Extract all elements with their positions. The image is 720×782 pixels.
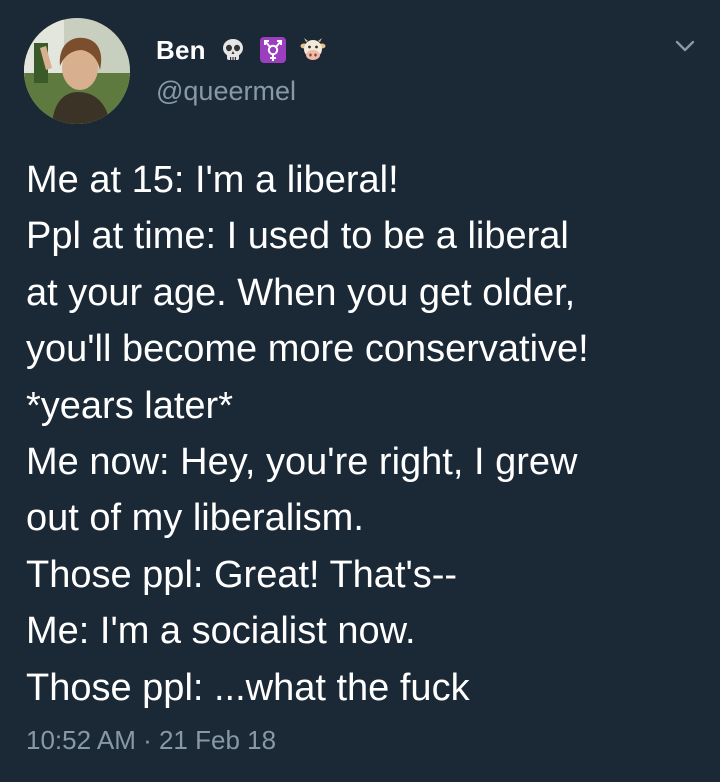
tweet-text-line: out of my liberalism. (26, 497, 364, 540)
user-name-row: Ben (156, 34, 326, 66)
tweet-timestamp[interactable]: 10:52 AM · 21 Feb 18 (26, 725, 276, 756)
avatar[interactable] (24, 18, 130, 124)
tweet-text-line: Me: I'm a socialist now. (26, 610, 416, 653)
tweet-text-line: Ppl at time: I used to be a liberal (26, 215, 569, 258)
tweet-text-line: Those ppl: ...what the fuck (26, 666, 470, 709)
transgender-symbol-icon (259, 37, 286, 63)
tweet-text-line: Me at 15: I'm a liberal! (26, 159, 399, 201)
chevron-down-icon[interactable] (672, 36, 698, 56)
tweet-text-line: Those ppl: Great! That's-- (26, 553, 458, 596)
tweet-text-line: *years later* (26, 384, 233, 427)
tweet-text: Me at 15: I'm a liberal! Ppl at time: I … (26, 152, 706, 716)
tweet-text-line: you'll become more conservative! (26, 328, 589, 371)
cow-face-icon (300, 37, 326, 63)
tweet-text-line: Me now: Hey, you're right, I grew (26, 441, 578, 484)
tweet-text-line: at your age. When you get older, (26, 271, 576, 314)
display-name[interactable]: Ben (156, 35, 206, 66)
skull-icon (220, 37, 246, 63)
tweet: Ben @queermel Me at 15: I'm a liberal! P… (0, 0, 720, 782)
user-handle[interactable]: @queermel (156, 76, 296, 107)
